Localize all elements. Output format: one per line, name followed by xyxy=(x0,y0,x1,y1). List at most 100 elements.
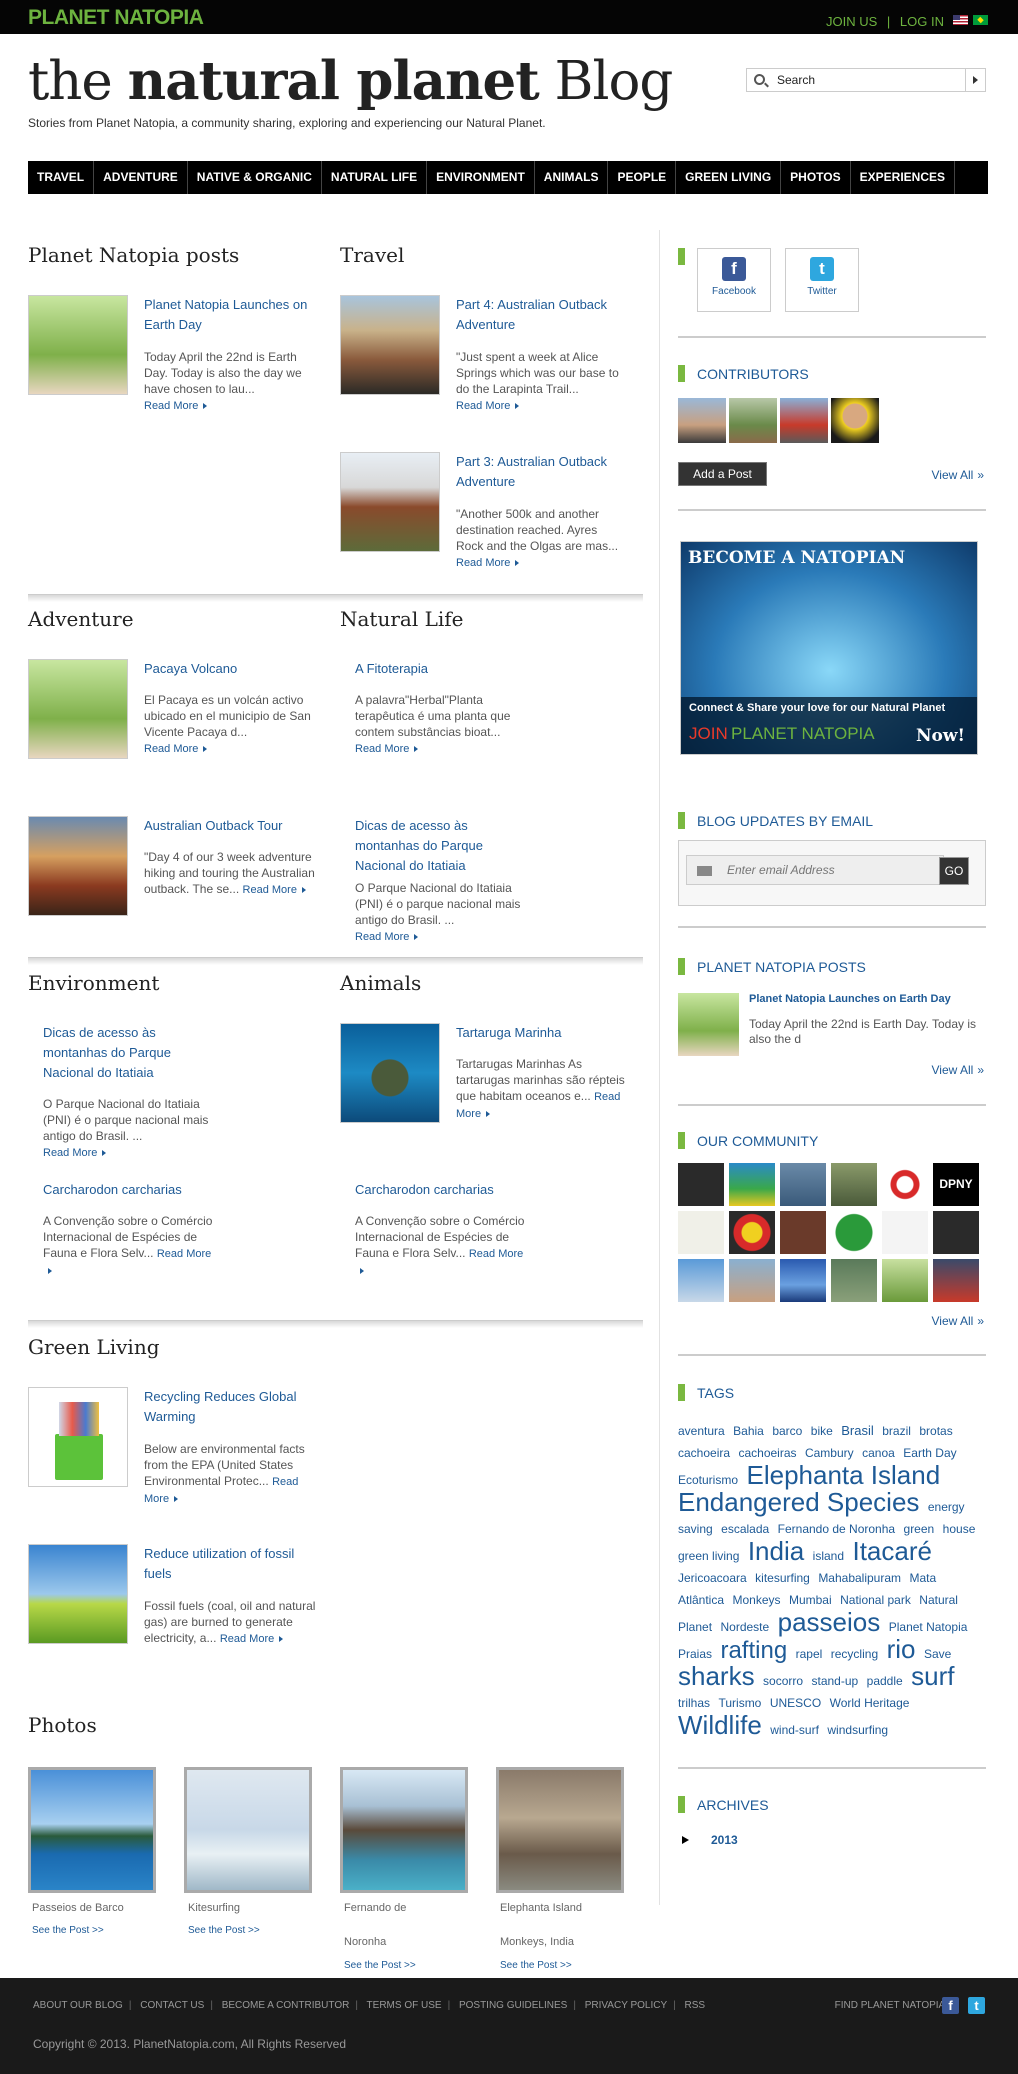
post-title-link[interactable]: Tartaruga Marinha xyxy=(456,1023,626,1043)
search-submit-button[interactable] xyxy=(965,69,985,91)
expand-arrow-icon[interactable] xyxy=(682,1836,689,1844)
nav-travel[interactable]: TRAVEL xyxy=(28,161,95,194)
tag-link[interactable]: Itacaré xyxy=(852,1536,932,1566)
post-title-link[interactable]: Carcharodon carcharias xyxy=(355,1180,535,1200)
tag-link[interactable]: Save xyxy=(924,1647,951,1661)
read-more-link[interactable]: Read More xyxy=(144,400,207,412)
tag-link[interactable]: house xyxy=(943,1522,976,1536)
footer-link-contributor[interactable]: BECOME A CONTRIBUTOR xyxy=(222,2000,350,2011)
tag-link[interactable]: energy xyxy=(928,1500,965,1514)
footer-link-terms[interactable]: TERMS OF USE xyxy=(367,2000,442,2011)
post-thumbnail[interactable] xyxy=(340,1023,440,1123)
tag-link[interactable]: Jericoacoara xyxy=(678,1571,747,1585)
community-member[interactable] xyxy=(882,1211,928,1254)
post-title-link[interactable]: Carcharodon carcharias xyxy=(43,1180,223,1200)
tag-link[interactable]: Mata xyxy=(909,1571,936,1585)
tag-link[interactable]: Cambury xyxy=(805,1446,854,1460)
tag-link[interactable]: Planet Natopia xyxy=(889,1620,968,1634)
tag-link[interactable]: barco xyxy=(772,1424,802,1438)
read-more-link[interactable]: Read More xyxy=(43,1147,106,1159)
tag-link[interactable]: UNESCO xyxy=(770,1696,821,1710)
post-title-link[interactable]: Pacaya Volcano xyxy=(144,659,314,679)
tag-link[interactable]: rafting xyxy=(720,1637,787,1664)
tag-link[interactable]: Nordeste xyxy=(720,1620,769,1634)
post-thumbnail[interactable] xyxy=(28,816,128,916)
tag-link[interactable]: kitesurfing xyxy=(755,1571,810,1585)
community-member[interactable] xyxy=(678,1259,724,1302)
tag-link[interactable]: green living xyxy=(678,1549,739,1563)
tag-link[interactable]: green xyxy=(904,1522,935,1536)
footer-link-privacy[interactable]: PRIVACY POLICY xyxy=(585,2000,667,2011)
sidebar-post-thumbnail[interactable] xyxy=(678,993,739,1056)
tag-link[interactable]: sharks xyxy=(678,1661,755,1691)
email-input[interactable] xyxy=(686,855,944,885)
post-thumbnail[interactable] xyxy=(28,659,128,759)
tag-link[interactable]: island xyxy=(813,1549,844,1563)
community-member[interactable] xyxy=(678,1163,724,1206)
post-title-link[interactable]: A Fitoterapia xyxy=(355,659,525,679)
tag-link[interactable]: Wildlife xyxy=(678,1710,762,1740)
see-post-link[interactable]: See the Post >> xyxy=(32,1925,104,1936)
photo-thumbnail[interactable] xyxy=(340,1767,468,1893)
tag-link[interactable]: Elephanta Island xyxy=(746,1460,940,1490)
post-title-link[interactable]: Australian Outback Tour xyxy=(144,816,319,836)
tag-link[interactable]: Planet xyxy=(678,1620,712,1634)
contributor-avatar[interactable] xyxy=(678,398,726,443)
tag-link[interactable]: brotas xyxy=(919,1424,952,1438)
tag-link[interactable]: Mahabalipuram xyxy=(818,1571,901,1585)
facebook-icon[interactable]: f xyxy=(942,1997,959,2014)
nav-environment[interactable]: ENVIRONMENT xyxy=(427,161,535,194)
nav-green-living[interactable]: GREEN LIVING xyxy=(676,161,782,194)
contributor-avatar[interactable] xyxy=(831,398,879,443)
post-title-link[interactable]: Part 4: Australian Outback Adventure xyxy=(456,295,631,335)
tag-link[interactable]: recycling xyxy=(831,1647,878,1661)
community-member[interactable] xyxy=(831,1163,877,1206)
join-link[interactable]: JOIN US xyxy=(826,14,877,29)
tag-link[interactable]: paddle xyxy=(867,1674,903,1688)
us-flag-icon[interactable] xyxy=(953,15,968,25)
tag-link[interactable]: trilhas xyxy=(678,1696,710,1710)
nav-native-organic[interactable]: NATIVE & ORGANIC xyxy=(188,161,322,194)
nav-animals[interactable]: ANIMALS xyxy=(535,161,609,194)
nav-photos[interactable]: PHOTOS xyxy=(781,161,851,194)
post-thumbnail[interactable] xyxy=(28,1387,128,1487)
tag-link[interactable]: Turismo xyxy=(718,1696,761,1710)
post-title-link[interactable]: Reduce utilization of fossil fuels xyxy=(144,1544,319,1584)
tag-link[interactable]: saving xyxy=(678,1522,713,1536)
post-thumbnail[interactable] xyxy=(28,1544,128,1644)
archive-year-link[interactable]: 2013 xyxy=(711,1833,738,1847)
community-member[interactable] xyxy=(780,1259,826,1302)
post-thumbnail[interactable] xyxy=(340,295,440,395)
tag-link[interactable]: escalada xyxy=(721,1522,769,1536)
tag-link[interactable]: Fernando de Noronha xyxy=(778,1522,895,1536)
search-input[interactable] xyxy=(777,72,947,88)
facebook-button[interactable]: f Facebook xyxy=(697,248,771,312)
footer-link-contact[interactable]: CONTACT US xyxy=(140,2000,204,2011)
tag-link[interactable]: Brasil xyxy=(841,1423,874,1438)
community-member[interactable] xyxy=(831,1211,877,1254)
photo-thumbnail[interactable] xyxy=(496,1767,624,1893)
read-more-link[interactable]: Read More xyxy=(456,557,519,569)
tag-link[interactable]: rapel xyxy=(796,1647,823,1661)
community-view-all-link[interactable]: View All xyxy=(932,1314,985,1328)
posts-view-all-link[interactable]: View All xyxy=(932,1063,985,1077)
tag-link[interactable]: passeios xyxy=(778,1607,881,1637)
tag-link[interactable]: rio xyxy=(887,1634,916,1664)
community-member[interactable] xyxy=(780,1163,826,1206)
tag-link[interactable]: Monkeys xyxy=(732,1593,780,1607)
tag-link[interactable]: National park xyxy=(840,1593,911,1607)
nav-experiences[interactable]: EXPERIENCES xyxy=(851,161,955,194)
add-post-button[interactable]: Add a Post xyxy=(678,462,767,486)
post-thumbnail[interactable] xyxy=(28,295,128,395)
community-member[interactable] xyxy=(882,1163,928,1206)
community-member[interactable] xyxy=(729,1259,775,1302)
footer-link-about[interactable]: ABOUT OUR BLOG xyxy=(33,2000,123,2011)
post-thumbnail[interactable] xyxy=(340,452,440,552)
twitter-button[interactable]: t Twitter xyxy=(785,248,859,312)
read-more-link[interactable]: Read More xyxy=(355,743,418,755)
tag-link[interactable]: World Heritage xyxy=(830,1696,910,1710)
tag-link[interactable]: Bahia xyxy=(733,1424,764,1438)
email-go-button[interactable]: GO xyxy=(939,857,969,885)
become-natopian-banner[interactable]: BECOME A NATOPIAN Connect & Share your l… xyxy=(680,541,978,755)
footer-link-rss[interactable]: RSS xyxy=(685,2000,706,2011)
